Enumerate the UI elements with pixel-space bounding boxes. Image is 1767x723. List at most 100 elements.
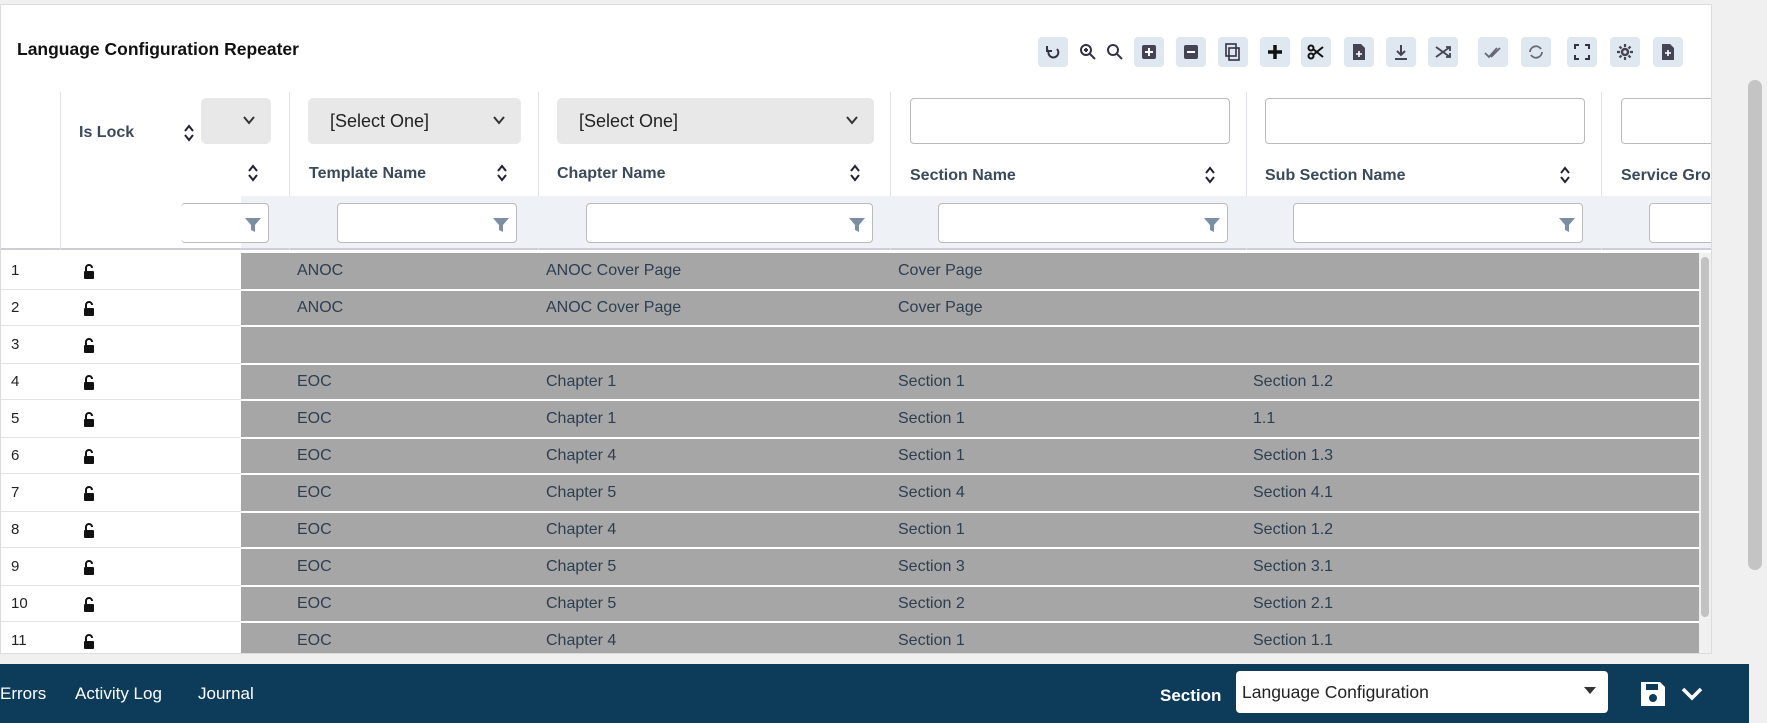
sort-icon[interactable] (247, 163, 259, 183)
copy-icon[interactable] (1218, 37, 1248, 67)
filter-icon[interactable] (1558, 216, 1576, 234)
unlock-icon[interactable] (81, 523, 97, 539)
export-file-icon[interactable] (1344, 37, 1374, 67)
service-group-filter-input[interactable] (1649, 203, 1711, 243)
sort-icon[interactable] (496, 163, 508, 183)
unlock-icon[interactable] (81, 375, 97, 391)
row-separator (1, 325, 241, 326)
zoom-in-icon[interactable] (1076, 37, 1100, 67)
sort-icon[interactable] (1559, 165, 1571, 185)
unlock-icon[interactable] (81, 486, 97, 502)
shuffle-icon[interactable] (1428, 37, 1458, 67)
unlock-icon[interactable] (81, 449, 97, 465)
chevron-down-icon[interactable] (1680, 686, 1704, 702)
unlock-icon[interactable] (81, 634, 97, 650)
save-icon[interactable] (1639, 680, 1667, 708)
search-icon[interactable] (1103, 37, 1127, 67)
plus-icon[interactable] (1260, 37, 1290, 67)
chapter-cell: Chapter 4 (546, 521, 617, 538)
row-cells[interactable]: EOC Chapter 4 Section 1 Section 1.3 (241, 439, 1701, 473)
sub-section-name-header[interactable]: Sub Section Name (1265, 167, 1405, 185)
table-row[interactable]: 10 EOC Chapter 5 Section 2 Section 2.1 (1, 587, 1701, 622)
document-icon[interactable] (1653, 37, 1683, 67)
section-cell: Section 1 (898, 632, 965, 649)
template-cell: EOC (297, 484, 332, 501)
row-number: 9 (11, 558, 20, 575)
row-cells[interactable]: EOC Chapter 5 Section 3 Section 3.1 (241, 549, 1701, 585)
filter-input[interactable] (181, 203, 269, 243)
grid-scroll-thumb[interactable] (1701, 257, 1709, 617)
refresh-icon[interactable] (1521, 37, 1551, 67)
sort-icon[interactable] (183, 123, 195, 143)
row-separator (1, 399, 241, 400)
add-box-icon[interactable] (1134, 37, 1164, 67)
section-cell: Cover Page (898, 299, 983, 316)
row-cells[interactable] (241, 327, 1701, 363)
tab-journal[interactable]: Journal (198, 684, 254, 704)
filter-icon[interactable] (848, 216, 866, 234)
unlock-icon[interactable] (81, 338, 97, 354)
service-group-header[interactable]: Service Gro (1621, 167, 1711, 185)
row-cells[interactable]: EOC Chapter 1 Section 1 Section 1.2 (241, 365, 1701, 399)
tab-activity-log[interactable]: Activity Log (75, 684, 162, 704)
section-cell: Cover Page (898, 262, 983, 279)
chapter-cell: Chapter 4 (546, 447, 617, 464)
row-number: 11 (11, 632, 27, 649)
undo-icon[interactable] (1038, 37, 1068, 67)
sort-icon[interactable] (1204, 165, 1216, 185)
table-row[interactable]: 3 (1, 327, 1701, 364)
fullscreen-icon[interactable] (1567, 37, 1597, 67)
service-group-input[interactable] (1621, 98, 1711, 144)
unlock-icon[interactable] (81, 560, 97, 576)
filter-icon[interactable] (244, 216, 262, 234)
row-cells[interactable]: EOC Chapter 5 Section 2 Section 2.1 (241, 587, 1701, 621)
settings-icon[interactable] (1610, 37, 1640, 67)
unlock-icon[interactable] (81, 412, 97, 428)
download-icon[interactable] (1386, 37, 1416, 67)
sub-section-filter-input[interactable] (1293, 203, 1583, 243)
sort-icon[interactable] (849, 163, 861, 183)
chapter-filter-select[interactable]: [Select One] (557, 98, 874, 144)
caret-down-icon (1584, 687, 1596, 694)
section-name-header[interactable]: Section Name (910, 167, 1016, 185)
template-name-header[interactable]: Template Name (309, 165, 426, 183)
table-row[interactable]: 4 EOC Chapter 1 Section 1 Section 1.2 (1, 365, 1701, 400)
template-filter-input[interactable] (337, 203, 517, 243)
unlock-icon[interactable] (81, 597, 97, 613)
table-row[interactable]: 7 EOC Chapter 5 Section 4 Section 4.1 (1, 475, 1701, 512)
row-cells[interactable]: ANOC ANOC Cover Page Cover Page (241, 253, 1701, 289)
table-row[interactable]: 11 EOC Chapter 4 Section 1 Section 1.1 (1, 623, 1701, 653)
filter-icon[interactable] (1203, 216, 1221, 234)
is-lock-header[interactable]: Is Lock (79, 124, 134, 142)
sub-section-input[interactable] (1265, 98, 1585, 144)
unlock-icon[interactable] (81, 301, 97, 317)
table-row[interactable]: 8 EOC Chapter 4 Section 1 Section 1.2 (1, 513, 1701, 548)
section-filter-input[interactable] (938, 203, 1228, 243)
chapter-name-header[interactable]: Chapter Name (557, 165, 665, 183)
row-cells[interactable]: EOC Chapter 1 Section 1 1.1 (241, 401, 1701, 437)
template-filter-select[interactable]: [Select One] (308, 98, 521, 144)
section-select[interactable]: Language Configuration (1236, 671, 1608, 713)
page-scrollbar[interactable] (1748, 80, 1762, 570)
remove-box-icon[interactable] (1176, 37, 1206, 67)
table-row[interactable]: 5 EOC Chapter 1 Section 1 1.1 (1, 401, 1701, 438)
section-name-input[interactable] (910, 98, 1230, 144)
row-cells[interactable]: EOC Chapter 5 Section 4 Section 4.1 (241, 475, 1701, 511)
row-number: 4 (11, 373, 20, 390)
table-row[interactable]: 6 EOC Chapter 4 Section 1 Section 1.3 (1, 439, 1701, 474)
template-cell: EOC (297, 373, 332, 390)
row-cells[interactable]: EOC Chapter 4 Section 1 Section 1.2 (241, 513, 1701, 547)
hidden-column-select[interactable] (201, 98, 271, 144)
chapter-filter-input[interactable] (586, 203, 873, 243)
unlock-icon[interactable] (81, 264, 97, 280)
filter-icon[interactable] (492, 216, 510, 234)
table-row[interactable]: 9 EOC Chapter 5 Section 3 Section 3.1 (1, 549, 1701, 586)
row-cells[interactable]: ANOC ANOC Cover Page Cover Page (241, 291, 1701, 325)
table-row[interactable]: 1 ANOC ANOC Cover Page Cover Page (1, 253, 1701, 290)
cut-icon[interactable] (1301, 37, 1331, 67)
tab-errors[interactable]: Errors (0, 684, 46, 704)
chapter-cell: Chapter 5 (546, 595, 617, 612)
row-cells[interactable]: EOC Chapter 4 Section 1 Section 1.1 (241, 623, 1701, 653)
check-all-icon[interactable] (1478, 37, 1508, 67)
table-row[interactable]: 2 ANOC ANOC Cover Page Cover Page (1, 291, 1701, 326)
